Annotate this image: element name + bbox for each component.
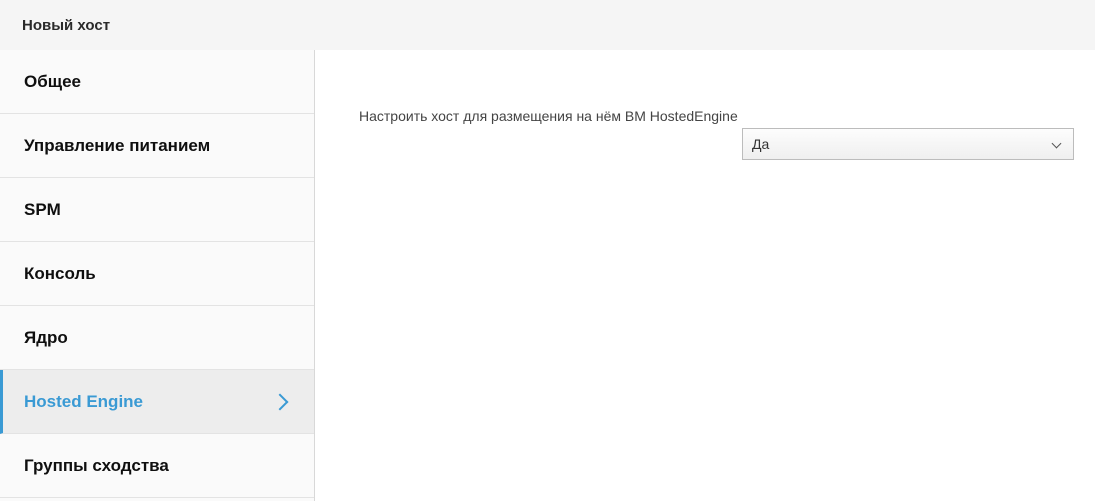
sidebar-item-hosted-engine[interactable]: Hosted Engine	[0, 370, 314, 434]
hosted-engine-panel: Настроить хост для размещения на нём ВМ …	[315, 50, 1095, 501]
sidebar: Общее Управление питанием SPM Консоль Яд…	[0, 50, 315, 501]
sidebar-item-console[interactable]: Консоль	[0, 242, 314, 306]
sidebar-item-label: Hosted Engine	[24, 391, 144, 411]
sidebar-item-label: Ядро	[24, 327, 68, 347]
select-value: Да	[752, 136, 770, 152]
chevron-down-icon	[1051, 138, 1062, 149]
dialog-header: Новый хост	[0, 0, 1095, 50]
sidebar-item-spm[interactable]: SPM	[0, 178, 314, 242]
chevron-right-icon	[271, 393, 289, 410]
sidebar-item-kernel[interactable]: Ядро	[0, 306, 314, 370]
dialog-body: Общее Управление питанием SPM Консоль Яд…	[0, 50, 1095, 501]
sidebar-item-general[interactable]: Общее	[0, 50, 314, 114]
sidebar-item-affinity-groups[interactable]: Группы сходства	[0, 434, 314, 498]
sidebar-item-label: Консоль	[24, 263, 96, 283]
hosted-engine-select[interactable]: Да	[742, 128, 1074, 160]
sidebar-item-label: SPM	[24, 199, 61, 219]
hosted-engine-field-label: Настроить хост для размещения на нём ВМ …	[359, 108, 738, 124]
dialog-title: Новый хост	[22, 16, 111, 34]
sidebar-item-label: Общее	[24, 71, 81, 91]
sidebar-item-power-management[interactable]: Управление питанием	[0, 114, 314, 178]
sidebar-item-label: Управление питанием	[24, 135, 211, 155]
sidebar-item-label: Группы сходства	[24, 455, 169, 475]
